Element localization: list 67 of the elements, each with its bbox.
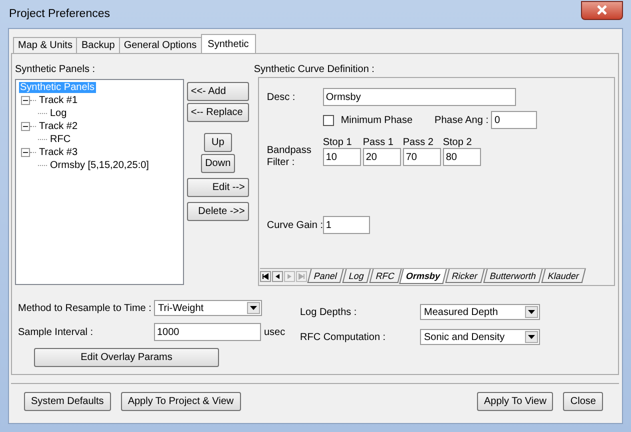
curve-tab[interactable]: Log [342, 269, 371, 283]
panel-button[interactable]: Edit --> [186, 178, 249, 197]
previous-icon[interactable] [272, 271, 283, 282]
collapse-icon[interactable] [21, 96, 30, 105]
close-button[interactable] [581, 0, 623, 20]
curve-tab[interactable]: Ricker [446, 269, 485, 283]
dropdown-arrow-icon [528, 310, 535, 314]
curve-tab[interactable]: Klauder [541, 269, 586, 283]
phase-ang-label: Phase Ang : [434, 114, 488, 126]
tree-item[interactable]: Log [49, 108, 68, 119]
filter-label: Stop 2 [442, 137, 473, 148]
log-depths-label: Log Depths : [300, 306, 358, 318]
rfc-computation-dropdown[interactable]: Sonic and Density [420, 329, 540, 345]
desc-label: Desc : [266, 92, 296, 102]
filter-field[interactable]: 80 [442, 148, 481, 166]
filter-field[interactable]: 10 [322, 148, 361, 166]
panel-button[interactable]: Delete ->> [186, 202, 249, 221]
curve-tab[interactable]: Butterworth [483, 269, 543, 283]
panel-button[interactable]: Down [201, 154, 235, 173]
tree-item[interactable]: RFC [49, 134, 72, 145]
bandpass-filter-label: Bandpass Filter : [266, 145, 312, 169]
filter-label: Stop 1 [322, 137, 353, 148]
panels-label: Synthetic Panels : [15, 64, 96, 77]
curve-tab[interactable]: Ormsby [400, 269, 448, 284]
tree-item[interactable]: Track #2 [38, 121, 79, 132]
tree-item[interactable]: Track #3 [38, 147, 79, 158]
panel-button[interactable]: <-- Replace [186, 103, 249, 122]
filter-label: Pass 2 [402, 137, 434, 148]
footer-button[interactable]: System Defaults [24, 392, 111, 411]
dropdown-arrow-icon [528, 335, 535, 339]
tab[interactable]: Backup [76, 37, 120, 53]
footer-button[interactable]: Apply To Project & View [120, 392, 241, 411]
rfc-computation-label: RFC Computation : [300, 332, 387, 342]
curve-gain-label: Curve Gain : [266, 220, 323, 230]
footer-button[interactable]: Close [563, 392, 603, 411]
minimum-phase-checkbox[interactable] [322, 114, 334, 126]
sample-interval-label: Sample Interval : [18, 326, 94, 338]
curve-gain-field[interactable]: 1 [322, 216, 370, 234]
filter-label: Pass 1 [362, 137, 394, 148]
panel-button[interactable]: Up [204, 133, 232, 152]
close-icon [596, 5, 608, 15]
collapse-icon[interactable] [21, 148, 30, 157]
tab[interactable]: Map & Units [13, 37, 78, 53]
tree-item[interactable]: Track #1 [38, 95, 79, 106]
tab[interactable]: General Options [118, 37, 202, 53]
phase-ang-field[interactable]: 0 [491, 111, 538, 129]
resample-dropdown[interactable]: Tri-Weight [154, 300, 262, 316]
collapse-icon[interactable] [21, 122, 30, 131]
curve-tab[interactable]: RFC [369, 269, 402, 283]
unit-label: usec [264, 326, 286, 338]
panel-button[interactable]: <<- Add [186, 82, 249, 101]
dropdown-arrow-icon [250, 306, 257, 310]
first-icon[interactable] [260, 271, 271, 282]
desc-field[interactable]: Ormsby [322, 88, 516, 106]
tree-item[interactable]: Ormsby [5,15,20,25:0] [49, 160, 150, 171]
minimum-phase-label: Minimum Phase [340, 114, 413, 126]
curve-definition-label: Synthetic Curve Definition : [254, 64, 376, 77]
window-title: Project Preferences [9, 8, 110, 20]
sample-interval-field[interactable]: 1000 [154, 323, 261, 341]
log-depths-dropdown[interactable]: Measured Depth [420, 304, 540, 320]
footer-button[interactable]: Apply To View [476, 392, 554, 411]
tab[interactable]: Synthetic [200, 34, 256, 53]
resample-label: Method to Resample to Time : [18, 302, 152, 314]
filter-field[interactable]: 20 [362, 148, 401, 166]
curve-tab[interactable]: Panel [307, 269, 344, 283]
edit-overlay-button[interactable]: Edit Overlay Params [34, 348, 219, 367]
filter-field[interactable]: 70 [402, 148, 441, 166]
